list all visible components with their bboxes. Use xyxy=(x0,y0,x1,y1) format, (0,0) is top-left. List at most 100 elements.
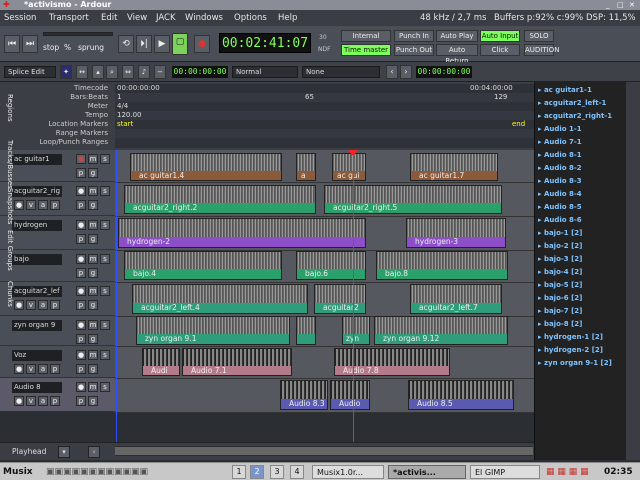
audio-region[interactable]: acguitar2_left.4 xyxy=(132,284,308,314)
group-button[interactable]: g xyxy=(88,200,98,210)
group-button[interactable]: g xyxy=(88,364,98,374)
playlist-button[interactable]: p xyxy=(50,300,60,310)
rec-button[interactable]: ● xyxy=(76,382,86,392)
mute-button[interactable]: m xyxy=(88,382,98,392)
start-menu-button[interactable]: Musix xyxy=(3,465,33,479)
track-name[interactable]: zyn organ 9 xyxy=(12,320,62,331)
region-list-item[interactable]: ▸ bajo-6 [2] xyxy=(538,294,582,302)
track-name[interactable]: Audio 8 xyxy=(12,382,62,393)
playlist-button[interactable]: p xyxy=(76,168,86,178)
desktop-3[interactable]: 3 xyxy=(270,465,284,479)
track-header[interactable]: acguitar2_lef ● v a p ● m s p g xyxy=(0,282,115,316)
audio-region[interactable]: Audio xyxy=(330,380,370,410)
solo-button[interactable]: s xyxy=(100,382,110,392)
rec-button[interactable]: ● xyxy=(76,254,86,264)
region-list-item[interactable]: ▸ Audio 8-3 xyxy=(538,177,582,185)
record-arm-button[interactable]: ● xyxy=(76,154,86,164)
region-list-item[interactable]: ▸ hydrogen-2 [2] xyxy=(538,346,603,354)
group-button[interactable]: g xyxy=(88,234,98,244)
record-button[interactable]: ● xyxy=(194,35,210,53)
nudge-back-icon[interactable]: ‹ xyxy=(386,65,398,79)
region-list-item[interactable]: ▸ bajo-2 [2] xyxy=(538,242,582,250)
audio-region[interactable]: Audio 8.3 xyxy=(280,380,328,410)
menu-help[interactable]: Help xyxy=(278,10,297,26)
menu-windows[interactable]: Windows xyxy=(185,10,223,26)
rec-button[interactable]: ● xyxy=(76,286,86,296)
audio-region[interactable]: ac guitar1.7 xyxy=(410,153,498,181)
launcher-icons[interactable]: ▣▣▣▣▣▣▣▣▣▣▣▣ xyxy=(46,465,148,479)
snap-mode-select[interactable]: None xyxy=(302,66,380,78)
zoom-button[interactable]: ‹ xyxy=(88,446,100,458)
audio-region[interactable]: Audio 7.1 xyxy=(182,348,292,376)
v-button[interactable]: v xyxy=(26,300,36,310)
playlist-button[interactable]: p xyxy=(76,334,86,344)
track-name[interactable]: Voz xyxy=(12,350,62,361)
region-list-item[interactable]: ▸ Audio 8-2 xyxy=(538,164,582,172)
audio-region[interactable]: bajo.8 xyxy=(376,251,508,280)
track-name[interactable]: acguitar2_lef xyxy=(12,286,62,297)
object-tool-icon[interactable]: ✦ xyxy=(60,65,72,79)
click-button[interactable]: Click xyxy=(480,44,520,56)
region-list-item[interactable]: ▸ hydrogen-1 [2] xyxy=(538,333,603,341)
track-name[interactable]: ac guitar1 xyxy=(12,154,62,165)
audio-region[interactable]: Audio 7.8 xyxy=(334,348,450,376)
minimize-icon[interactable]: _ xyxy=(606,1,610,9)
solo-button[interactable]: s xyxy=(100,350,110,360)
bars-ruler[interactable] xyxy=(115,93,534,102)
v-button[interactable]: v xyxy=(26,200,36,210)
audition-tool-icon[interactable]: ♪ xyxy=(138,65,150,79)
play-button[interactable]: ▶ xyxy=(154,35,170,53)
playlist-p-button[interactable]: p xyxy=(76,396,86,406)
track-header[interactable]: bajo ● m s p g xyxy=(0,250,115,282)
range-tool-icon[interactable]: ↔ xyxy=(76,65,88,79)
v-button[interactable]: v xyxy=(26,364,36,374)
automation-button[interactable]: a xyxy=(38,300,48,310)
rec-button[interactable]: ● xyxy=(76,350,86,360)
mute-button[interactable]: m xyxy=(88,254,98,264)
desktop-4[interactable]: 4 xyxy=(290,465,304,479)
goto-end-button[interactable]: ⏭ xyxy=(22,35,38,53)
taskbar-app-gimp[interactable]: El GIMP xyxy=(470,465,540,479)
start-marker[interactable]: start xyxy=(117,120,133,128)
track-header[interactable]: Voz ● v a p ● m s p g xyxy=(0,346,115,378)
auto-return-button[interactable]: Auto Return xyxy=(436,44,478,65)
audio-region[interactable]: acguitar2_left.7 xyxy=(410,284,502,314)
edit-clock-1[interactable]: 00:00:00:00 xyxy=(172,66,228,78)
mute-button[interactable]: m xyxy=(88,186,98,196)
solo-indicator[interactable]: SOLO xyxy=(524,30,554,42)
region-list-item[interactable]: ▸ bajo-1 [2] xyxy=(538,229,582,237)
solo-button[interactable]: s xyxy=(100,220,110,230)
playlist-button[interactable]: p xyxy=(50,364,60,374)
rec-button[interactable]: ● xyxy=(76,220,86,230)
v-button[interactable]: v xyxy=(26,396,36,406)
auto-input-button[interactable]: Auto Input xyxy=(480,30,520,42)
record-arm-button[interactable]: ● xyxy=(14,364,24,374)
location-ruler[interactable] xyxy=(115,120,534,129)
maximize-icon[interactable]: □ xyxy=(617,1,624,9)
record-arm-button[interactable]: ● xyxy=(14,300,24,310)
audio-region[interactable]: hydrogen-2 xyxy=(118,218,366,248)
region-list-item[interactable]: ▸ Audio 1-1 xyxy=(538,125,582,133)
taskbar-app-ardour[interactable]: *activis... xyxy=(388,465,466,479)
gain-tool-icon[interactable]: ▴ xyxy=(92,65,104,79)
track-header-selected[interactable]: Audio 8 ● v a p ● m s p g xyxy=(0,378,115,412)
auto-play-button[interactable]: Auto Play xyxy=(436,30,478,42)
shuttle-slider[interactable] xyxy=(43,32,113,36)
track-header[interactable]: hydrogen ● m s p g xyxy=(0,216,115,250)
menu-edit[interactable]: Edit xyxy=(101,10,117,26)
region-list-item[interactable]: ▸ ac guitar1-1 xyxy=(538,86,592,94)
taskbar-app-musix[interactable]: Musix1.0r... xyxy=(312,465,384,479)
audio-region[interactable] xyxy=(296,316,316,345)
mute-button[interactable]: m xyxy=(88,154,98,164)
audio-region[interactable]: bajo.6 xyxy=(296,251,366,280)
record-arm-button[interactable]: ● xyxy=(14,396,24,406)
region-list-item[interactable]: ▸ bajo-8 [2] xyxy=(538,320,582,328)
nudge-clock[interactable]: 00:00:00:00 xyxy=(416,66,472,78)
track-header[interactable]: zyn organ 9 ● m s p g xyxy=(0,316,115,346)
close-icon[interactable]: ✕ xyxy=(629,1,635,9)
snap-type-select[interactable]: Normal xyxy=(232,66,298,78)
tempo-ruler[interactable] xyxy=(115,111,534,120)
region-list-item[interactable]: ▸ Audio 8-1 xyxy=(538,151,582,159)
region-list-item[interactable]: ▸ bajo-7 [2] xyxy=(538,307,582,315)
audio-region[interactable]: zyn organ 9.12 xyxy=(374,316,508,345)
